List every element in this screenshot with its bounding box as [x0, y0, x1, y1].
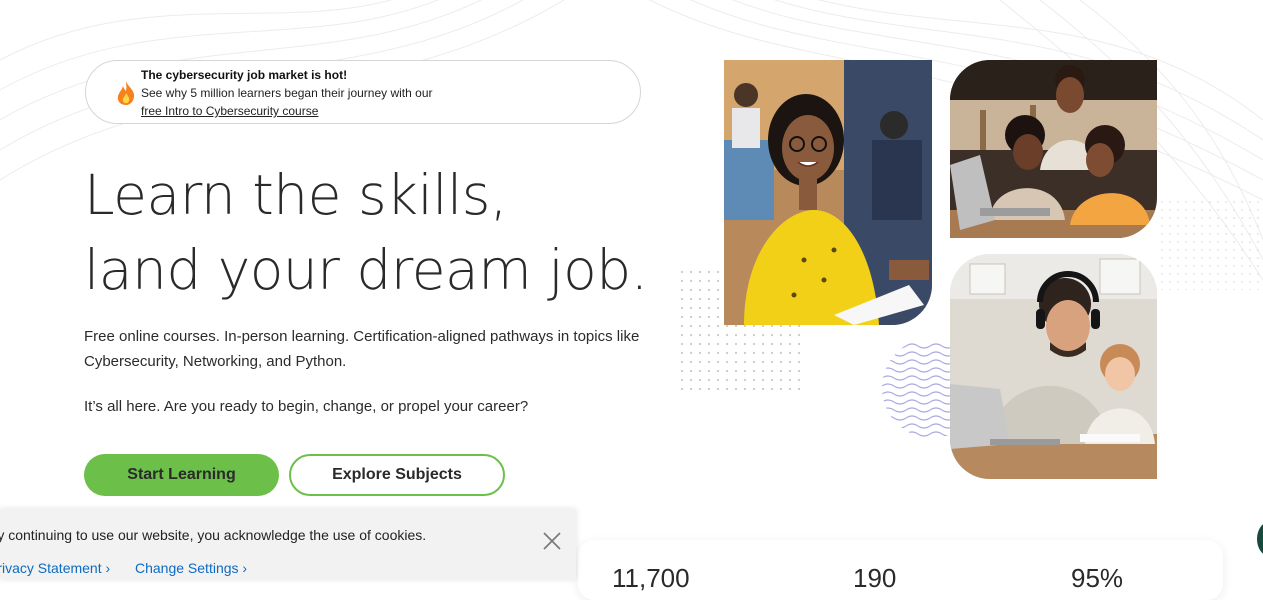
stat-countries-value: 190 [853, 563, 897, 593]
cookie-banner: By continuing to use our website, you ac… [0, 509, 576, 579]
dot-pattern-decoration-right [1160, 200, 1260, 290]
cookie-message: By continuing to use our website, you ac… [0, 527, 427, 543]
explore-subjects-button[interactable]: Explore Subjects [289, 454, 505, 496]
stat-learners-value: 11,700 [612, 563, 690, 593]
hero-title-line-1: Learn the skills, [84, 163, 507, 227]
learner-photo-family [950, 254, 1157, 479]
privacy-statement-link[interactable]: Privacy Statement › [0, 560, 110, 576]
close-icon[interactable] [542, 531, 562, 551]
stats-card: 11,700 190 95% [578, 540, 1223, 600]
hero-question: It’s all here. Are you ready to begin, c… [84, 398, 529, 415]
promo-text: See why 5 million learners began their j… [141, 86, 433, 100]
promo-banner: The cybersecurity job market is hot! See… [85, 60, 641, 124]
flame-icon [117, 81, 135, 105]
wavy-lines-decoration [882, 343, 954, 437]
learner-photo-group [950, 60, 1157, 238]
promo-title: The cybersecurity job market is hot! [141, 68, 348, 82]
hero-title: Learn the skills, land your dream job. [84, 158, 648, 308]
hero-title-line-2: land your dream job. [84, 238, 648, 302]
hero-description: Free online courses. In-person learning.… [84, 328, 640, 370]
learner-photo-woman [724, 60, 932, 325]
promo-course-link[interactable]: free Intro to Cybersecurity course [141, 104, 318, 118]
change-settings-link[interactable]: Change Settings › [135, 560, 247, 576]
start-learning-button[interactable]: Start Learning [84, 454, 279, 496]
stat-percent-value: 95% [1071, 563, 1124, 593]
